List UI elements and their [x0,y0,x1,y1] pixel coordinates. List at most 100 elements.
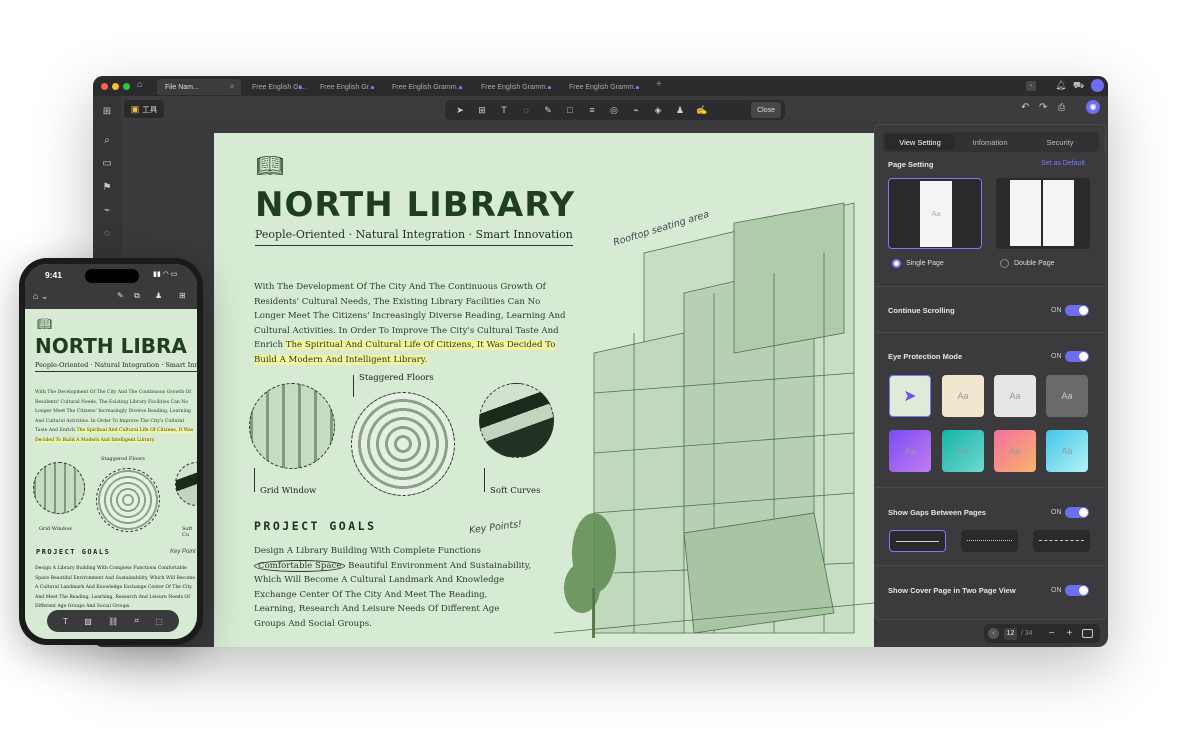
comment-box-icon[interactable]: ⊞ [473,103,491,117]
single-page-radio[interactable] [892,259,901,268]
show-cover-toggle[interactable] [1065,585,1089,596]
close-tab-icon[interactable]: ✕ [229,83,235,91]
text-tool-icon[interactable]: T [63,617,68,626]
search-icon[interactable]: ⌕ [100,133,114,147]
single-page-option[interactable]: Aa [888,178,982,249]
theme-sepia[interactable]: Aa [942,375,984,417]
user-icon[interactable]: ♟ [155,291,162,300]
tab-label: Free English Gr... [320,83,375,91]
image-tool-icon[interactable]: ▨ [84,617,92,626]
goals-paragraph: Design A Library Building With Complete … [254,544,532,631]
phone-bottom-toolbar: T ▨ ⛓ ⌗ ⬚ [47,610,179,632]
theme-default[interactable]: ➤ [889,375,931,417]
tab-label: Free English Gramm... [392,83,463,91]
tab-active[interactable]: File Nam... ✕ [157,79,241,95]
gap-style-solid[interactable] [889,530,946,552]
highlighter-icon[interactable]: ✎ [539,103,557,117]
tab[interactable]: Free English Gr... [312,79,382,95]
double-page-option[interactable] [996,178,1090,249]
grid-icon[interactable]: ⊞ [100,104,114,118]
zoom-in-button[interactable]: + [1067,628,1073,639]
comment-icon[interactable]: ◌ [100,226,114,240]
tools-mode-button[interactable]: ▣ 工具 [124,100,164,118]
theme-dark[interactable]: Aa [1046,375,1088,417]
zoom-out-button[interactable]: − [1049,628,1055,639]
bell-icon[interactable]: 🔔︎ [1055,80,1066,91]
continue-scrolling-toggle[interactable] [1065,305,1089,316]
theme-sky[interactable]: Aa [1046,430,1088,472]
view-settings-icon[interactable]: ◉ [1086,100,1100,114]
tab[interactable]: Free English Gr... [244,79,310,95]
cursor-icon: ➤ [903,388,917,405]
dynamic-island [85,269,139,283]
eye-protection-label: Eye Protection Mode [888,352,963,361]
tabs-dropdown-icon[interactable]: ⌄ [1026,81,1036,91]
sticker-icon[interactable]: ◈ [649,103,667,117]
prev-page-icon[interactable]: ‹ [988,628,999,639]
person-stamp-icon[interactable]: ♟ [671,103,689,117]
phone-time: 9:41 [45,270,63,280]
show-gaps-toggle[interactable] [1065,507,1089,518]
home-icon[interactable]: ⌂ [137,79,149,91]
page-preview: Aa [920,181,952,247]
signature-icon[interactable]: ✍ [693,103,711,117]
circled-phrase[interactable]: Comfortable Space [254,559,346,572]
measure-icon[interactable]: ≡ [583,103,601,117]
tab[interactable]: Free English Gramm... [561,79,647,95]
undo-icon[interactable]: ↶ [1021,102,1029,113]
tab-information[interactable]: Infomation [955,134,1025,150]
fit-page-icon[interactable] [1082,629,1094,638]
translate-icon[interactable]: ⧉ [134,291,140,301]
theme-sunset[interactable]: Aa [994,430,1036,472]
pen-icon[interactable]: ✎ [117,291,124,300]
intro-highlight[interactable]: The Spiritual And Cultural Life Of Citiz… [254,340,556,365]
grid-icon[interactable]: ⊞ [179,291,186,300]
attachment-icon[interactable]: ⌁ [627,103,645,117]
shape-icon[interactable]: □ [561,103,579,117]
tab-view-setting[interactable]: View Setting [885,134,955,150]
avatar[interactable] [1091,79,1104,92]
stamp-search-icon[interactable]: ◎ [605,103,623,117]
phone-staggered-photo [96,468,160,532]
cart-icon[interactable]: ⛟ [1073,80,1084,92]
divider [875,565,1105,566]
tab-security[interactable]: Security [1025,134,1095,150]
bookmark-icon[interactable]: ⚑ [100,180,114,194]
save-icon[interactable]: ⎙ [1058,102,1065,113]
dashed-line [1039,540,1084,541]
gap-style-dashed[interactable] [1033,530,1090,552]
select-icon[interactable]: ➤ [451,103,469,117]
tab[interactable]: Free English Gramm... [384,79,470,95]
goals-text: Design A Library Building With Complete … [254,546,481,556]
home-icon[interactable]: ⌂ ⌄ [33,291,48,302]
toolbar: ▣ 工具 ➤ ⊞ T ◌ ✎ □ ≡ ◎ ⌁ ◈ ♟ ✍ Close ↶ ↷ ⎙ … [93,96,1108,122]
redo-icon[interactable]: ↷ [1039,102,1047,113]
current-page-input[interactable]: 12 [1004,627,1017,640]
tools-mode-label: 工具 [142,104,158,114]
phone-soft-label: Soft Cu [182,526,193,538]
select-area-icon[interactable]: ⬚ [155,617,163,626]
double-page-label: Double Page [1014,260,1055,267]
theme-purple[interactable]: Aa [889,430,931,472]
eye-protection-toggle[interactable] [1065,351,1089,362]
set-default-link[interactable]: Set as Default [1041,160,1085,167]
phone-doc-title: NORTH LIBRA [35,334,187,358]
close-window-button[interactable] [101,83,108,90]
minimize-window-button[interactable] [112,83,119,90]
crop-tool-icon[interactable]: ⌗ [134,616,139,626]
theme-gray[interactable]: Aa [994,375,1036,417]
gap-style-dotted[interactable] [961,530,1018,552]
pages-icon[interactable]: ▭ [100,156,114,170]
close-tools-button[interactable]: Close [751,102,781,118]
double-page-radio[interactable] [1000,259,1009,268]
text-box-icon[interactable]: T [495,103,513,117]
attachment-icon[interactable]: ⌁ [100,203,114,217]
phone-staggered-label: Staggered Floors [101,456,145,462]
zoom-window-button[interactable] [123,83,130,90]
note-icon[interactable]: ◌ [517,103,535,117]
book-icon: 📖︎ [256,153,284,178]
tab[interactable]: Free English Gramm... [473,79,559,95]
link-tool-icon[interactable]: ⛓ [108,617,118,626]
new-tab-button[interactable]: + [656,79,662,90]
theme-teal[interactable]: Aa [942,430,984,472]
